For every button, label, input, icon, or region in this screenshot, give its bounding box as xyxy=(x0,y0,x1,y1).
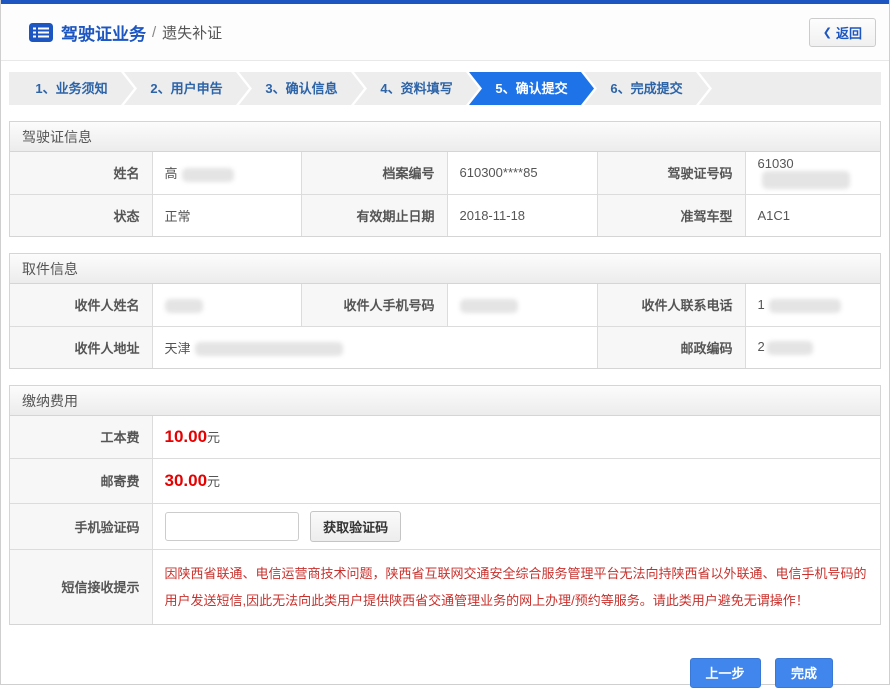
fees-table: 工本费 10.00元 邮寄费 30.00元 手机验证码 获取验证码 短信接收提示… xyxy=(10,416,880,624)
redaction-blur xyxy=(460,299,518,313)
section-license-info: 驾驶证信息 姓名 高 档案编号 610300****85 驾驶证号码 61030… xyxy=(9,121,881,237)
section-title-license: 驾驶证信息 xyxy=(10,122,880,152)
get-code-button[interactable]: 获取验证码 xyxy=(310,511,401,542)
fee-unit: 元 xyxy=(207,474,220,489)
vehicle-type-value: A1C1 xyxy=(745,194,880,236)
recipient-phone-value: 1 xyxy=(745,284,880,326)
step-4-fill-data[interactable]: 4、资料填写 xyxy=(354,72,479,105)
redaction-blur xyxy=(762,171,850,189)
step-wizard: 1、业务须知 2、用户申告 3、确认信息 4、资料填写 5、确认提交 6、完成提… xyxy=(9,72,881,105)
step-6-complete[interactable]: 6、完成提交 xyxy=(584,72,709,105)
table-row: 工本费 10.00元 xyxy=(10,416,880,458)
fee-amount: 30.00 xyxy=(165,471,208,490)
footer-actions: 上一步 完成 xyxy=(1,658,833,688)
sms-notice-label: 短信接收提示 xyxy=(10,549,152,624)
page-title: 驾驶证业务 xyxy=(61,20,146,45)
sms-notice-text: 因陕西省联通、电信运营商技术问题，陕西省互联网交通安全综合服务管理平台无法向持陕… xyxy=(152,549,880,624)
expiry-value: 2018-11-18 xyxy=(447,194,597,236)
file-number-label: 档案编号 xyxy=(301,152,447,194)
section-fees: 缴纳费用 工本费 10.00元 邮寄费 30.00元 手机验证码 获取验证码 短… xyxy=(9,385,881,625)
license-info-table: 姓名 高 档案编号 610300****85 驾驶证号码 61030 状态 正常… xyxy=(10,152,880,236)
step-3-confirm-info[interactable]: 3、确认信息 xyxy=(239,72,364,105)
table-row: 手机验证码 获取验证码 xyxy=(10,503,880,549)
recipient-phone-label: 收件人联系电话 xyxy=(597,284,745,326)
step-1-notice[interactable]: 1、业务须知 xyxy=(9,72,134,105)
sms-code-cell: 获取验证码 xyxy=(152,503,880,549)
back-button[interactable]: ❮ 返回 xyxy=(809,18,876,47)
back-button-label: 返回 xyxy=(836,23,862,42)
name-value: 高 xyxy=(152,152,301,194)
production-fee-value: 10.00元 xyxy=(152,416,880,458)
sms-code-label: 手机验证码 xyxy=(10,503,152,549)
recipient-address-value: 天津 xyxy=(152,326,597,368)
name-label: 姓名 xyxy=(10,152,152,194)
section-pickup-info: 取件信息 收件人姓名 收件人手机号码 收件人联系电话 1 收件人地址 天津 邮政… xyxy=(9,253,881,369)
redaction-blur xyxy=(165,299,203,313)
table-row: 收件人地址 天津 邮政编码 2 xyxy=(10,326,880,368)
postcode-value: 2 xyxy=(745,326,880,368)
previous-step-button[interactable]: 上一步 xyxy=(690,658,761,688)
recipient-name-label: 收件人姓名 xyxy=(10,284,152,326)
step-2-declaration[interactable]: 2、用户申告 xyxy=(124,72,249,105)
finish-button[interactable]: 完成 xyxy=(775,658,833,688)
vehicle-type-label: 准驾车型 xyxy=(597,194,745,236)
expiry-label: 有效期止日期 xyxy=(301,194,447,236)
postcode-label: 邮政编码 xyxy=(597,326,745,368)
table-row: 收件人姓名 收件人手机号码 收件人联系电话 1 xyxy=(10,284,880,326)
recipient-mobile-label: 收件人手机号码 xyxy=(301,284,447,326)
redaction-blur xyxy=(769,299,841,313)
status-label: 状态 xyxy=(10,194,152,236)
step-bar-filler xyxy=(699,72,881,105)
fee-amount: 10.00 xyxy=(165,427,208,446)
form-list-icon xyxy=(29,23,53,42)
table-row: 邮寄费 30.00元 xyxy=(10,458,880,503)
section-title-fees: 缴纳费用 xyxy=(10,386,880,416)
recipient-mobile-value xyxy=(447,284,597,326)
mailing-fee-value: 30.00元 xyxy=(152,458,880,503)
license-number-label: 驾驶证号码 xyxy=(597,152,745,194)
license-number-value: 61030 xyxy=(745,152,880,194)
step-5-confirm-submit[interactable]: 5、确认提交 xyxy=(469,72,594,105)
file-number-value: 610300****85 xyxy=(447,152,597,194)
recipient-name-value xyxy=(152,284,301,326)
page-panel: 驾驶证业务 / 遗失补证 ❮ 返回 1、业务须知 2、用户申告 3、确认信息 4… xyxy=(0,0,890,685)
redaction-blur xyxy=(195,342,343,356)
table-row: 姓名 高 档案编号 610300****85 驾驶证号码 61030 xyxy=(10,152,880,194)
production-fee-label: 工本费 xyxy=(10,416,152,458)
breadcrumb-separator: / xyxy=(152,24,156,41)
fee-unit: 元 xyxy=(207,430,220,445)
redaction-blur xyxy=(182,168,234,182)
breadcrumb-current: 遗失补证 xyxy=(162,22,222,43)
sms-code-input[interactable] xyxy=(165,512,299,541)
chevron-left-icon: ❮ xyxy=(823,26,832,39)
page-header: 驾驶证业务 / 遗失补证 ❮ 返回 xyxy=(1,4,889,61)
table-row: 短信接收提示 因陕西省联通、电信运营商技术问题，陕西省互联网交通安全综合服务管理… xyxy=(10,549,880,624)
pickup-info-table: 收件人姓名 收件人手机号码 收件人联系电话 1 收件人地址 天津 邮政编码 2 xyxy=(10,284,880,368)
redaction-blur xyxy=(767,341,813,355)
recipient-address-label: 收件人地址 xyxy=(10,326,152,368)
table-row: 状态 正常 有效期止日期 2018-11-18 准驾车型 A1C1 xyxy=(10,194,880,236)
status-value: 正常 xyxy=(152,194,301,236)
section-title-pickup: 取件信息 xyxy=(10,254,880,284)
mailing-fee-label: 邮寄费 xyxy=(10,458,152,503)
